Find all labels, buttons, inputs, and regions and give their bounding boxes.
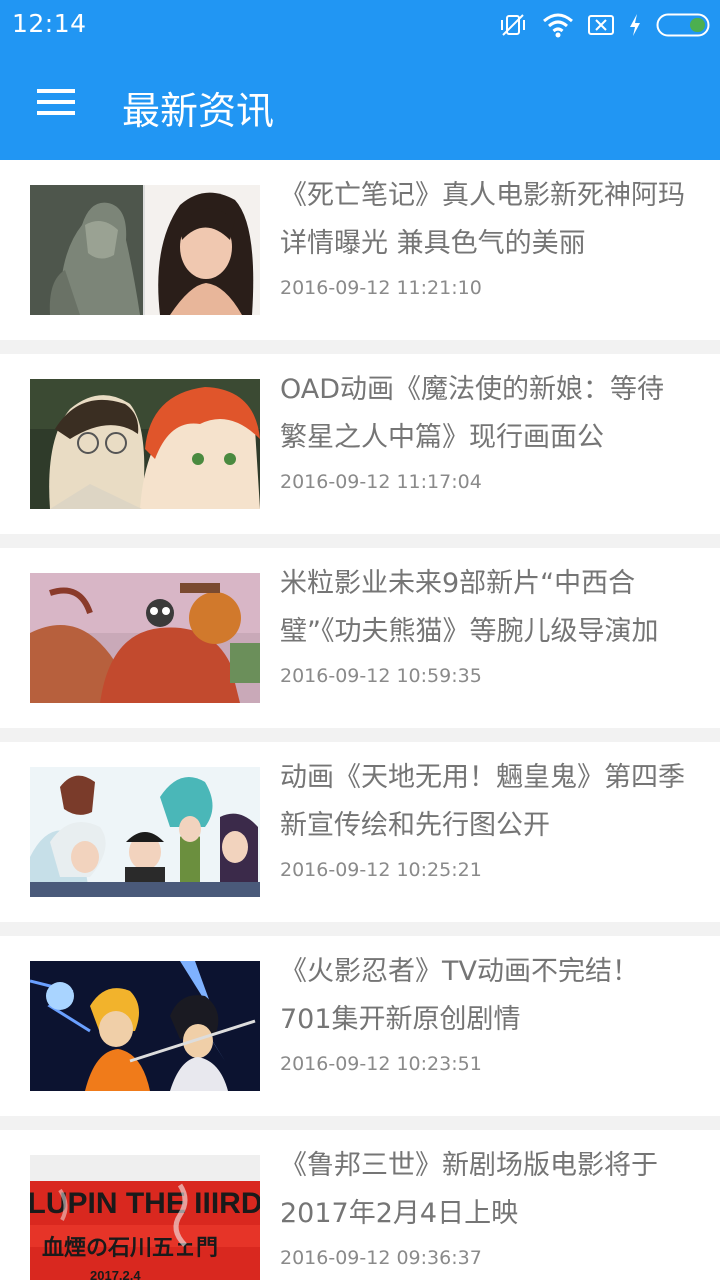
news-time: 2016-09-12 11:17:04 — [280, 471, 482, 493]
status-time: 12:14 — [12, 9, 87, 38]
thumb-date: 2017.2.4 — [90, 1268, 141, 1280]
news-time: 2016-09-12 10:25:21 — [280, 859, 482, 881]
news-thumbnail — [30, 185, 260, 315]
status-icons — [498, 10, 710, 40]
top-bar: 12:14 最新资讯 — [0, 0, 720, 160]
page-title: 最新资讯 — [122, 89, 275, 133]
news-time: 2016-09-12 10:23:51 — [280, 1053, 482, 1075]
news-title: 《鲁邦三世》新剧场版电影将于2017年2月4日上映 — [280, 1150, 658, 1229]
wifi-icon — [542, 12, 574, 38]
status-bar: 12:14 — [0, 0, 720, 50]
battery-icon — [656, 13, 710, 37]
news-item[interactable]: 动画《天地无用！魎皇鬼》第四季新宣传绘和先行图公开 2016-09-12 10:… — [0, 742, 720, 922]
news-item[interactable]: 《火影忍者》TV动画不完结！701集开新原创剧情 2016-09-12 10:2… — [0, 936, 720, 1116]
vibrate-off-icon — [498, 10, 528, 40]
news-item[interactable]: 米粒影业未来9部新片“中西合璧”《功夫熊猫》等腕儿级导演加 2016-09-12… — [0, 548, 720, 728]
menu-button[interactable] — [22, 72, 90, 136]
thumb-subtitle: 血煙の石川五ェ門 — [42, 1235, 218, 1261]
news-title: 动画《天地无用！魎皇鬼》第四季新宣传绘和先行图公开 — [280, 762, 685, 841]
news-title: 《火影忍者》TV动画不完结！701集开新原创剧情 — [280, 956, 639, 1035]
news-time: 2016-09-12 10:59:35 — [280, 665, 482, 687]
news-item[interactable]: OAD动画《魔法使的新娘：等待繁星之人中篇》现行画面公 2016-09-12 1… — [0, 354, 720, 534]
news-thumbnail: LUPIN THE IIIRD 血煙の石川五ェ門 2017.2.4 — [30, 1155, 260, 1280]
news-title: OAD动画《魔法使的新娘：等待繁星之人中篇》现行画面公 — [280, 374, 665, 453]
sim-icon — [588, 14, 614, 36]
news-thumbnail — [30, 961, 260, 1091]
app-screen: 12:14 最新资讯 《死亡笔记》真人电影新死神阿玛详情曝光 兼具色气的美丽 2… — [0, 0, 720, 1280]
news-list: 《死亡笔记》真人电影新死神阿玛详情曝光 兼具色气的美丽 2016-09-12 1… — [0, 160, 720, 1280]
news-time: 2016-09-12 09:36:37 — [280, 1247, 482, 1269]
hamburger-menu-icon — [37, 88, 75, 120]
news-title: 《死亡笔记》真人电影新死神阿玛详情曝光 兼具色气的美丽 — [280, 180, 685, 259]
news-title: 米粒影业未来9部新片“中西合璧”《功夫熊猫》等腕儿级导演加 — [280, 568, 659, 647]
news-thumbnail — [30, 767, 260, 897]
news-item[interactable]: 《死亡笔记》真人电影新死神阿玛详情曝光 兼具色气的美丽 2016-09-12 1… — [0, 160, 720, 340]
charging-icon — [628, 13, 642, 37]
news-thumbnail — [30, 379, 260, 509]
news-thumbnail — [30, 573, 260, 703]
app-bar: 最新资讯 — [0, 50, 720, 160]
news-time: 2016-09-12 11:21:10 — [280, 277, 482, 299]
news-item[interactable]: LUPIN THE IIIRD 血煙の石川五ェ門 2017.2.4 《鲁邦三世》… — [0, 1130, 720, 1280]
